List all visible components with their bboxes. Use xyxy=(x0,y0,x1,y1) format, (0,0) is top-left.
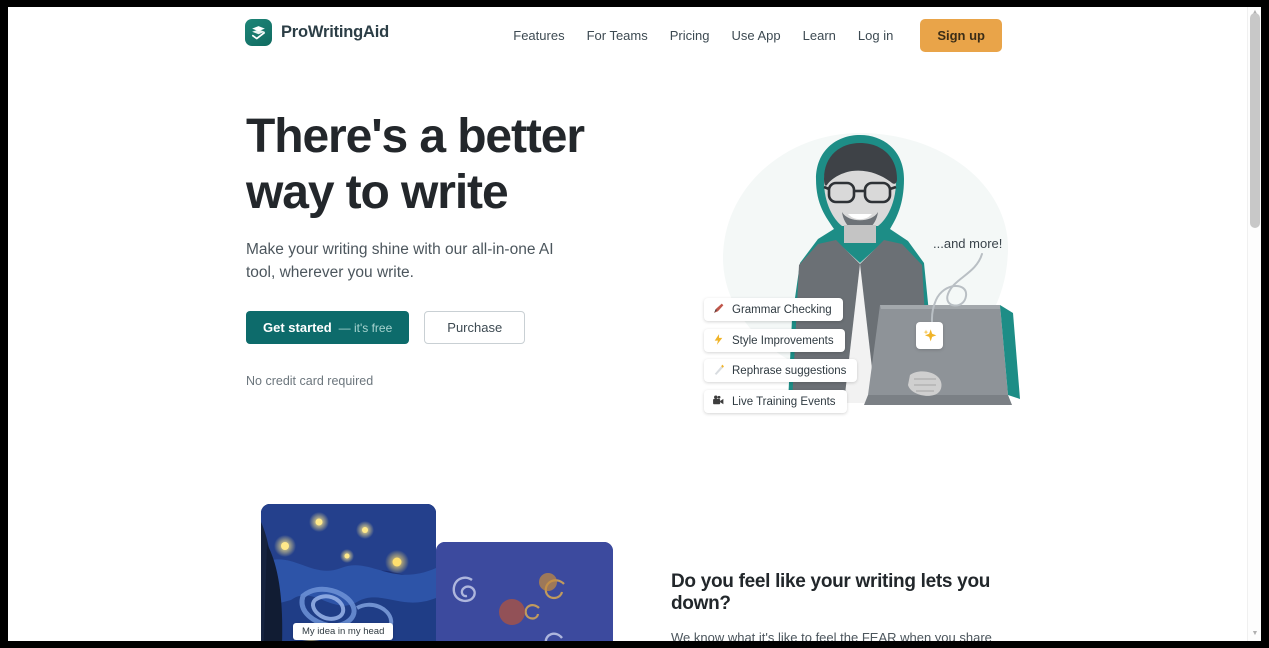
pen-icon xyxy=(712,302,725,317)
brand-name: ProWritingAid xyxy=(281,23,390,41)
feature-chip-label: Live Training Events xyxy=(732,395,836,408)
problem-illustration: My idea in my head xyxy=(253,504,613,641)
starry-night-painting xyxy=(261,504,436,641)
get-started-label: Get started xyxy=(263,320,332,335)
feature-chip-live-training-events: Live Training Events xyxy=(704,390,847,413)
page-scrollbar[interactable]: ▲ ▼ xyxy=(1247,7,1261,641)
nav-item-use-app[interactable]: Use App xyxy=(721,22,792,49)
nav-item-learn[interactable]: Learn xyxy=(792,22,847,49)
video-camera-icon xyxy=(712,394,725,409)
lightning-bolt-icon xyxy=(712,333,725,348)
feature-chip-rephrase-suggestions: Rephrase suggestions xyxy=(704,359,858,382)
problem-copy-block: Do you feel like your writing lets you d… xyxy=(671,571,1016,641)
feature-chip-grammar-checking: Grammar Checking xyxy=(704,298,843,321)
get-started-sublabel: — it's free xyxy=(338,320,393,335)
prowritingaid-logo-icon xyxy=(245,19,272,46)
scroll-down-arrow-icon[interactable]: ▼ xyxy=(1251,630,1259,638)
purchase-button[interactable]: Purchase xyxy=(424,311,526,344)
scrollbar-thumb[interactable] xyxy=(1250,13,1260,228)
brand-logo[interactable]: ProWritingAid xyxy=(245,19,389,46)
feature-chip-label: Grammar Checking xyxy=(732,303,832,316)
simplified-sketch-card xyxy=(436,542,613,641)
painting-caption: My idea in my head xyxy=(293,623,394,640)
nav-item-pricing[interactable]: Pricing xyxy=(659,22,721,49)
nav-item-for-teams[interactable]: For Teams xyxy=(576,22,659,49)
magic-wand-icon xyxy=(712,363,725,378)
hero-section: There's a better way to write Make your … xyxy=(8,63,1247,463)
no-credit-card-note: No credit card required xyxy=(246,374,374,388)
hero-text-block: There's a better way to write Make your … xyxy=(246,109,646,388)
and-more-label: ...and more! xyxy=(933,236,1003,251)
feature-chip-label: Rephrase suggestions xyxy=(732,364,847,377)
hero-subtitle: Make your writing shine with our all-in-… xyxy=(246,241,554,281)
browser-window-frame: ProWritingAid Features For Teams Pricing… xyxy=(0,0,1269,648)
get-started-button[interactable]: Get started — it's free xyxy=(246,311,410,344)
hero-illustration: ...and more! Grammar Checking Style Impr… xyxy=(668,113,1038,443)
page-content: ProWritingAid Features For Teams Pricing… xyxy=(8,7,1247,641)
hero-cta-row: Get started — it's free Purchase xyxy=(246,311,646,344)
feature-chip-style-improvements: Style Improvements xyxy=(704,329,845,352)
site-header: ProWritingAid Features For Teams Pricing… xyxy=(8,7,1247,63)
nav-item-features[interactable]: Features xyxy=(502,22,575,49)
nav-item-log-in[interactable]: Log in xyxy=(847,22,904,49)
page-canvas: ProWritingAid Features For Teams Pricing… xyxy=(8,7,1261,641)
hero-heading: There's a better way to write xyxy=(246,110,585,219)
sign-up-button[interactable]: Sign up xyxy=(920,18,1002,52)
problem-heading: Do you feel like your writing lets you d… xyxy=(671,571,991,614)
problem-section: My idea in my head Do you feel like your… xyxy=(8,463,1247,641)
problem-paragraph: We know what it's like to feel the FEAR … xyxy=(671,630,992,641)
main-navigation: Features For Teams Pricing Use App Learn… xyxy=(502,7,1002,63)
feature-chip-label: Style Improvements xyxy=(732,334,834,347)
sparkle-icon xyxy=(916,322,943,349)
